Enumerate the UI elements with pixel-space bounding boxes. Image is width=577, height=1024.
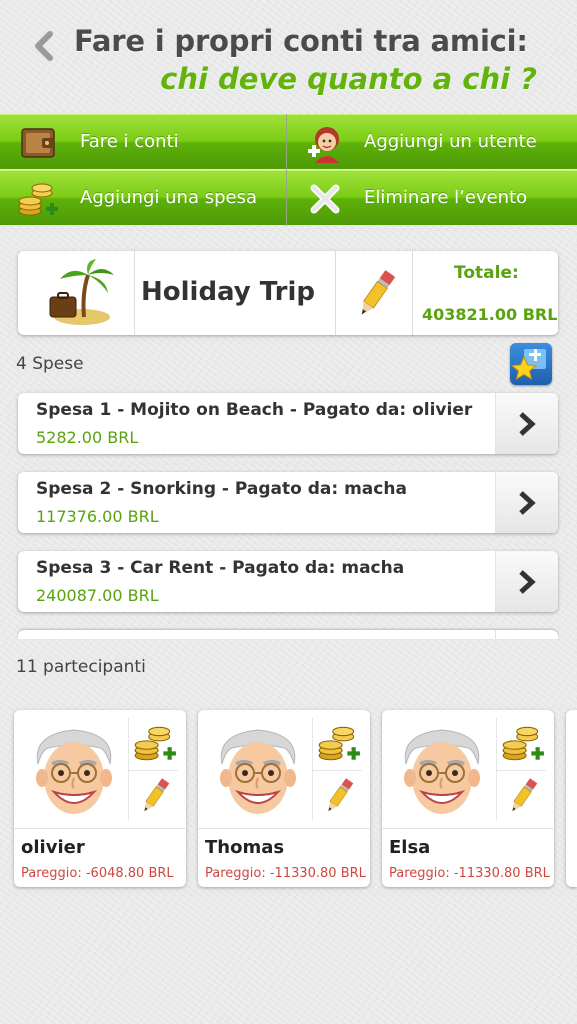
card-divider [312, 770, 362, 771]
expense-title: Spesa 1 - Mojito on Beach - Pagato da: o… [36, 400, 473, 420]
participant-card-clipped[interactable] [566, 710, 577, 887]
expense-row-divider [495, 630, 496, 639]
event-card-divider [134, 251, 135, 335]
page-title-line1: Fare i propri conti tra amici: [74, 24, 528, 58]
pencil-icon[interactable] [506, 776, 540, 816]
pencil-icon[interactable] [322, 776, 356, 816]
expense-row[interactable]: Spesa 3 - Car Rent - Pagato da: macha 24… [18, 551, 558, 612]
expense-detail-button[interactable] [495, 551, 558, 612]
wallet-icon [21, 128, 55, 158]
participant-balance: Pareggio: -11330.80 BRL [389, 866, 550, 881]
total-label: Totale: [454, 263, 519, 283]
expense-title: Spesa 3 - Car Rent - Pagato da: macha [36, 558, 405, 578]
expense-amount: 240087.00 BRL [36, 586, 159, 605]
expense-amount: 117376.00 BRL [36, 507, 159, 526]
expense-detail-button[interactable] [495, 393, 558, 454]
participant-card[interactable]: olivier Pareggio: -6048.80 BRL [14, 710, 186, 887]
edit-event-button[interactable] [336, 251, 412, 335]
add-expense-button[interactable]: Aggiungi una spesa [0, 170, 286, 225]
delete-x-icon [310, 184, 340, 214]
pencil-icon[interactable] [138, 776, 172, 816]
menu-divider [286, 114, 287, 226]
add-coins-icon [18, 183, 58, 216]
back-button[interactable] [28, 30, 60, 62]
participant-name: Elsa [389, 837, 431, 858]
card-divider [312, 718, 313, 820]
add-user-icon [308, 127, 339, 163]
event-name: Holiday Trip [141, 277, 316, 307]
action-menu: Fare i conti Aggiungi un utente Aggiungi… [0, 114, 577, 226]
expense-row-clipped[interactable] [18, 630, 558, 639]
participant-card[interactable]: Elsa Pareggio: -11330.80 BRL [382, 710, 554, 887]
participant-info: olivier Pareggio: -6048.80 BRL [14, 828, 186, 888]
expense-title: Spesa 2 - Snorking - Pagato da: macha [36, 479, 407, 499]
add-coins-icon[interactable] [500, 722, 546, 764]
chevron-right-icon [519, 570, 536, 594]
add-coins-icon[interactable] [316, 722, 362, 764]
add-coins-icon[interactable] [132, 722, 178, 764]
settle-accounts-button[interactable]: Fare i conti [0, 114, 286, 169]
add-user-button[interactable]: Aggiungi un utente [287, 114, 577, 169]
expense-count-label: 4 Spese [16, 354, 84, 374]
event-card[interactable]: Holiday Trip Totale: 403821.00 BRL [18, 251, 558, 335]
participant-info: Elsa Pareggio: -11330.80 BRL [382, 828, 554, 888]
participant-card[interactable]: Thomas Pareggio: -11330.80 BRL [198, 710, 370, 887]
add-user-label: Aggiungi un utente [364, 131, 537, 152]
star-add-icon [510, 349, 546, 381]
palm-island-icon [49, 259, 114, 325]
participant-name: Thomas [205, 837, 285, 858]
event-card-divider [412, 251, 413, 335]
expense-detail-button[interactable] [495, 472, 558, 533]
chevron-left-icon [35, 31, 53, 61]
expense-row[interactable]: Spesa 1 - Mojito on Beach - Pagato da: o… [18, 393, 558, 454]
participant-info: Thomas Pareggio: -11330.80 BRL [198, 828, 370, 888]
avatar-icon [36, 729, 112, 814]
card-divider [496, 770, 546, 771]
card-divider [128, 770, 178, 771]
avatar-icon [220, 729, 296, 814]
total-value: 403821.00 BRL [422, 305, 558, 324]
participant-balance: Pareggio: -6048.80 BRL [21, 866, 174, 881]
expense-row[interactable]: Spesa 2 - Snorking - Pagato da: macha 11… [18, 472, 558, 533]
header: Fare i propri conti tra amici: chi deve … [0, 0, 577, 112]
expense-amount: 5282.00 BRL [36, 428, 139, 447]
avatar-icon [404, 729, 480, 814]
participant-balance: Pareggio: -11330.80 BRL [205, 866, 366, 881]
card-divider [128, 718, 129, 820]
delete-event-label: Eliminare l’evento [364, 187, 528, 208]
participant-name: olivier [21, 837, 85, 858]
chevron-right-icon [519, 491, 536, 515]
delete-event-button[interactable]: Eliminare l’evento [287, 170, 577, 225]
participant-count-label: 11 partecipanti [16, 657, 146, 677]
card-divider [496, 718, 497, 820]
chevron-right-icon [519, 412, 536, 436]
add-expense-label: Aggiungi una spesa [80, 187, 257, 208]
settle-accounts-label: Fare i conti [80, 131, 179, 152]
page-title-line2: chi deve quanto a chi ? [160, 62, 537, 96]
pencil-icon [361, 270, 396, 315]
add-expense-star-button[interactable] [510, 343, 552, 385]
